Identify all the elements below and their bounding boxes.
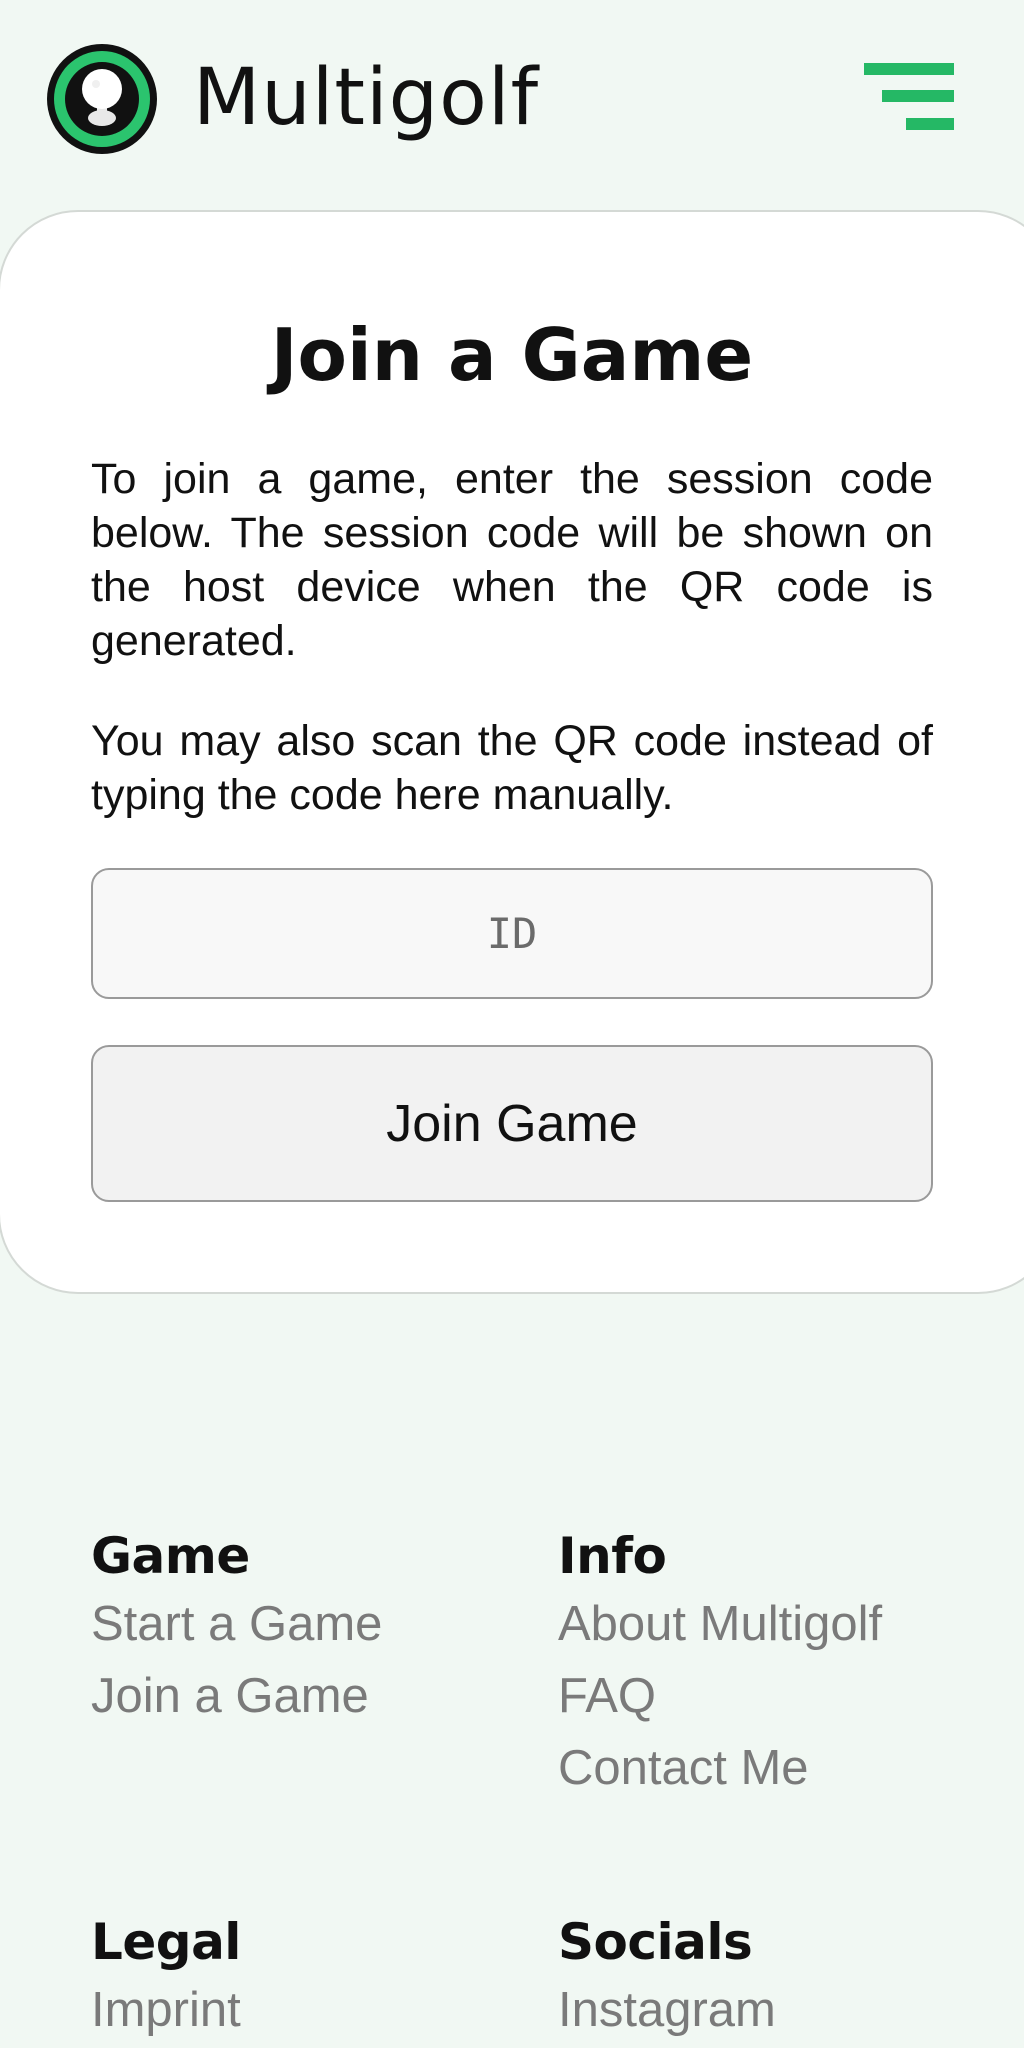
site-header: Multigolf (0, 0, 1024, 200)
footer-heading-legal: Legal (91, 1913, 241, 1971)
golf-ball-icon[interactable] (44, 41, 160, 157)
footer-link-contact[interactable]: Contact Me (558, 1732, 1018, 1804)
footer-link-join-game[interactable]: Join a Game (91, 1660, 551, 1732)
footer-link-about[interactable]: About Multigolf (558, 1588, 1018, 1660)
page-title: Join a Game (270, 313, 754, 397)
footer-heading-info: Info (558, 1527, 667, 1585)
footer-link-faq[interactable]: FAQ (558, 1660, 1018, 1732)
session-id-input[interactable] (91, 868, 933, 999)
qr-hint-paragraph: You may also scan the QR code instead of… (91, 717, 933, 819)
footer-heading-game: Game (91, 1527, 250, 1585)
join-game-button[interactable]: Join Game (91, 1045, 933, 1202)
brand-name[interactable]: Multigolf (193, 48, 539, 148)
footer-section-socials: Socials Instagram (558, 1910, 1018, 2046)
footer-section-info: Info About Multigolf FAQ Contact Me (558, 1524, 1018, 1804)
footer-link-start-game[interactable]: Start a Game (91, 1588, 551, 1660)
footer-heading-socials: Socials (558, 1913, 753, 1971)
menu-icon[interactable] (858, 58, 958, 138)
instructions-paragraph: To join a game, enter the session code b… (91, 455, 933, 665)
footer-link-imprint[interactable]: Imprint (91, 1974, 551, 2046)
footer-link-instagram[interactable]: Instagram (558, 1974, 1018, 2046)
footer-section-legal: Legal Imprint (91, 1910, 551, 2046)
footer-section-game: Game Start a Game Join a Game (91, 1524, 551, 1732)
